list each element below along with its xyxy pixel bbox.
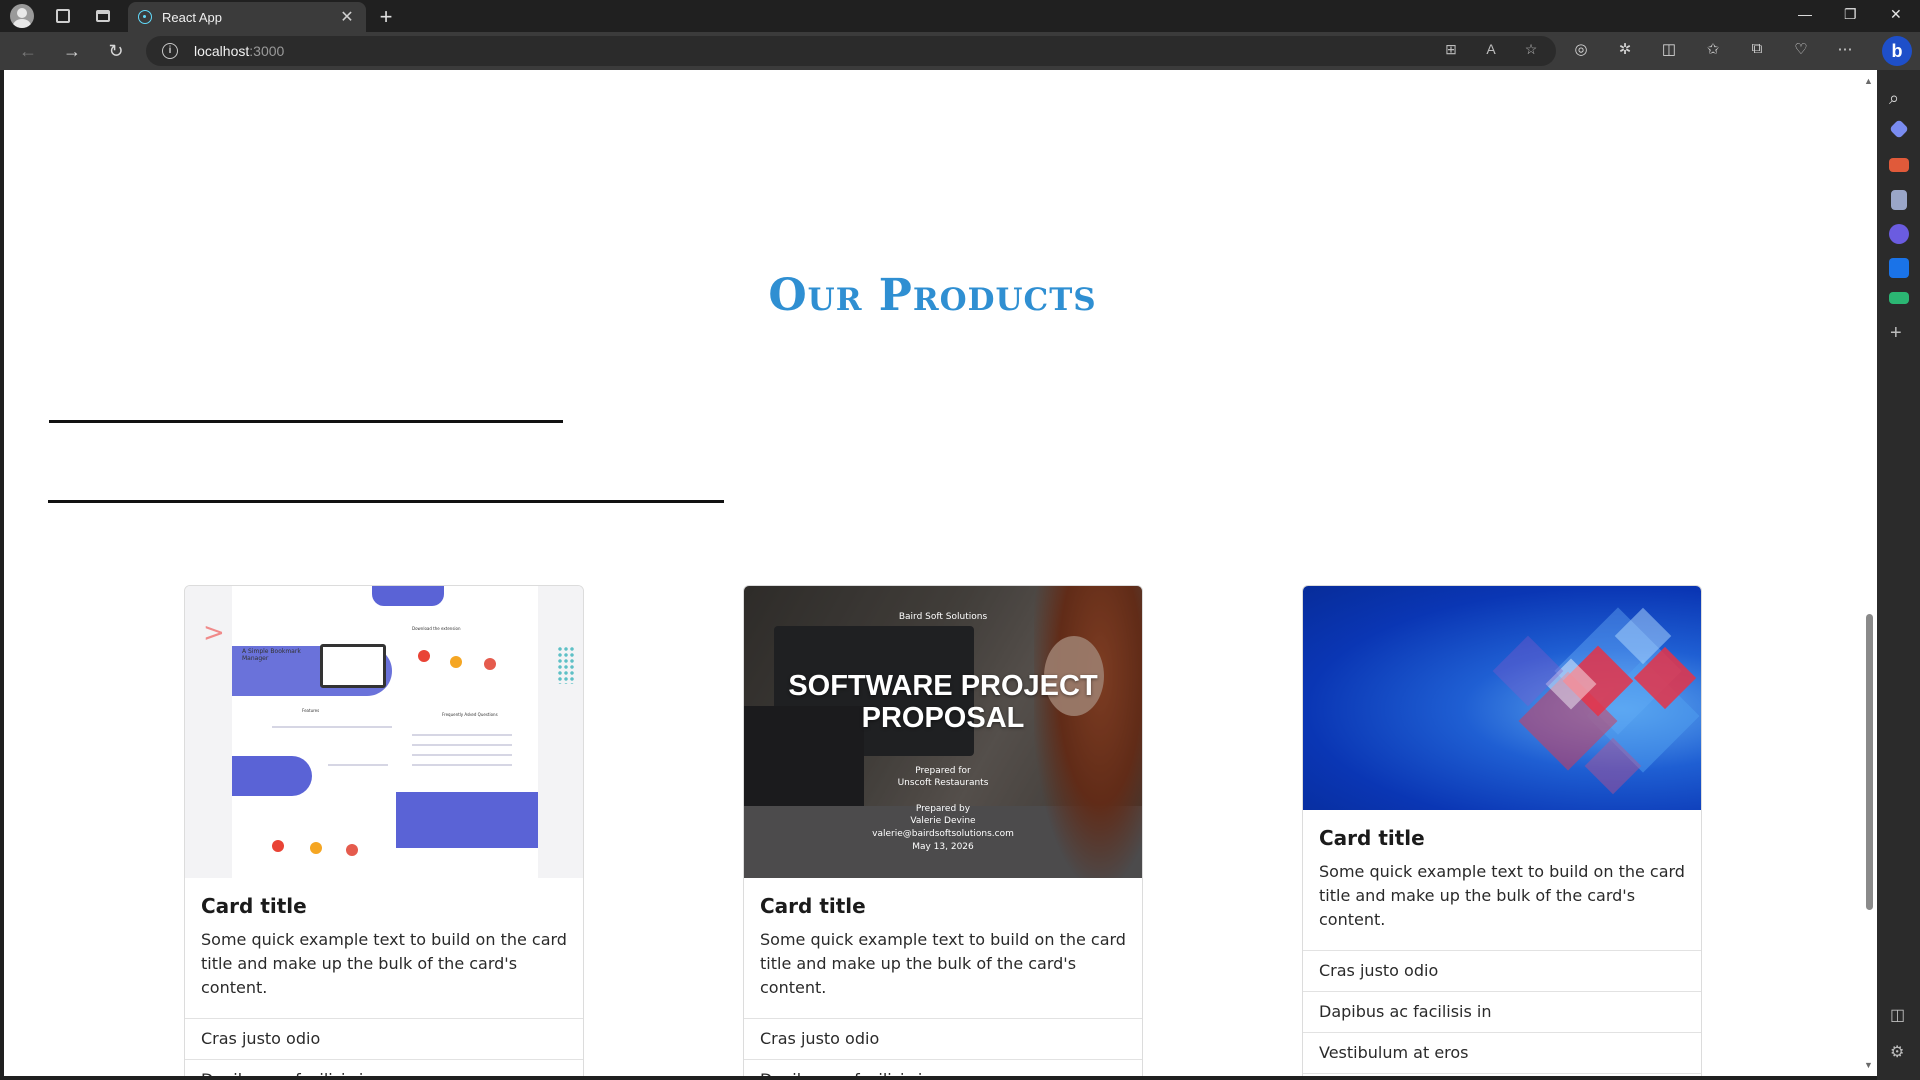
product-card: Card title Some quick example text to bu…: [1302, 585, 1702, 1076]
card-image: Baird Soft Solutions SOFTWARE PROJECT PR…: [744, 586, 1142, 878]
card-image: [1303, 586, 1701, 810]
active-tab[interactable]: React App ✕: [128, 2, 366, 32]
mockup-features: Features: [302, 708, 320, 713]
card-title: Card title: [1319, 826, 1425, 850]
sidebar-search-icon[interactable]: ⌕: [1889, 88, 1909, 108]
site-info-icon[interactable]: i: [162, 43, 178, 59]
url-host: localhost: [194, 43, 250, 59]
mockup-faq: Frequently Asked Questions: [442, 712, 498, 717]
proposal-heading-line2: PROPOSAL: [861, 702, 1025, 734]
copilot-icon[interactable]: b: [1882, 36, 1912, 66]
scroll-up-icon[interactable]: ▲: [1864, 76, 1873, 86]
proposal-author: Valerie Devine: [910, 816, 976, 826]
card-body: Card title Some quick example text to bu…: [1303, 810, 1701, 951]
forward-arrow-icon[interactable]: →: [60, 39, 84, 63]
list-item: Dapibus ac facilisis in: [744, 1060, 1142, 1076]
url-port: :3000: [249, 43, 285, 59]
chevron-decoration-icon: >: [203, 618, 225, 648]
scroll-down-icon[interactable]: ▼: [1864, 1060, 1873, 1070]
page-scrollbar[interactable]: ▲ ▼: [1861, 70, 1877, 1076]
list-item: Dapibus ac facilisis in: [185, 1060, 583, 1076]
tab-title: React App: [162, 9, 222, 25]
list-item: Cras justo odio: [744, 1019, 1142, 1060]
card-text: Some quick example text to build on the …: [201, 930, 567, 997]
minimize-icon[interactable]: —: [1798, 6, 1812, 22]
sidebar-games-icon[interactable]: [1891, 190, 1907, 210]
edge-sidebar: ⌕ + ◫ ⚙: [1877, 70, 1920, 1080]
sidebar-drop-icon[interactable]: [1889, 292, 1909, 304]
browser-toolbar: ← → ↻ i localhost:3000 ⊞ A ☆ ◎ ✲ ◫ ✩ ⧉ ♡…: [0, 32, 1920, 70]
favorites-icon[interactable]: ✩: [1702, 40, 1724, 58]
new-tab-icon[interactable]: +: [374, 4, 398, 30]
scrollbar-thumb[interactable]: [1866, 614, 1873, 910]
page-viewport: Our Products > A Simple Bookmark Manager…: [4, 70, 1861, 1076]
workspaces-icon[interactable]: [52, 5, 74, 27]
section-title: Our Products: [768, 270, 1097, 321]
mockup-download: Download the extension: [412, 626, 461, 631]
extensions-icon[interactable]: ✲: [1614, 40, 1636, 58]
sidebar-tools-icon[interactable]: [1889, 158, 1909, 172]
divider-line: [49, 420, 563, 423]
sidebar-hide-icon[interactable]: ◫: [1890, 1005, 1905, 1025]
card-body: Card title Some quick example text to bu…: [185, 878, 583, 1019]
profile-avatar-icon[interactable]: [10, 4, 34, 28]
proposal-company: Baird Soft Solutions: [898, 612, 988, 622]
list-item: Cras justo odio: [1303, 951, 1701, 992]
proposal-prepared-for: Prepared for: [915, 766, 971, 776]
address-bar[interactable]: i localhost:3000 ⊞ A ☆: [146, 36, 1556, 66]
proposal-prepared-by: Prepared by: [915, 804, 971, 814]
tracking-prevention-icon[interactable]: ◎: [1570, 40, 1592, 58]
sidebar-outlook-icon[interactable]: [1889, 258, 1909, 278]
card-title: Card title: [201, 894, 307, 918]
app-available-icon[interactable]: ⊞: [1440, 41, 1462, 58]
card-title: Card title: [760, 894, 866, 918]
mockup-page: A Simple Bookmark Manager Features Downl…: [232, 586, 538, 878]
split-screen-icon[interactable]: ◫: [1658, 40, 1680, 58]
tab-close-icon[interactable]: ✕: [338, 7, 356, 27]
divider-line: [48, 500, 724, 503]
collections-icon[interactable]: ⧉: [1746, 40, 1768, 58]
proposal-email: valerie@bairdsoftsolutions.com: [872, 829, 1014, 839]
close-window-icon[interactable]: ✕: [1890, 6, 1902, 23]
restore-icon[interactable]: ❐: [1844, 6, 1857, 23]
list-item: Dapibus ac facilisis in: [1303, 992, 1701, 1033]
read-aloud-icon[interactable]: A: [1480, 41, 1502, 58]
product-card: > A Simple Bookmark Manager Features Dow…: [184, 585, 584, 1076]
sidebar-settings-icon[interactable]: ⚙: [1890, 1042, 1904, 1062]
proposal-date: May 13, 2026: [912, 842, 974, 852]
proposal-client: Unscoft Restaurants: [897, 778, 989, 788]
more-options-icon[interactable]: ⋯: [1834, 40, 1856, 58]
sidebar-shopping-icon[interactable]: [1889, 119, 1909, 139]
proposal-heading-line1: SOFTWARE PROJECT: [788, 670, 1098, 702]
back-arrow-icon[interactable]: ←: [16, 39, 40, 63]
list-item: Vestibulum at eros: [1303, 1033, 1701, 1074]
product-card: Baird Soft Solutions SOFTWARE PROJECT PR…: [743, 585, 1143, 1076]
card-image: > A Simple Bookmark Manager Features Dow…: [185, 586, 583, 878]
sidebar-copilot-icon[interactable]: [1889, 224, 1909, 244]
tab-actions-icon[interactable]: [92, 5, 114, 27]
card-text: Some quick example text to build on the …: [760, 930, 1126, 997]
favorite-star-icon[interactable]: ☆: [1520, 41, 1542, 58]
mockup-heading: A Simple Bookmark Manager: [242, 648, 301, 662]
browser-essentials-icon[interactable]: ♡: [1790, 40, 1812, 58]
sidebar-add-icon[interactable]: +: [1890, 322, 1902, 345]
list-item: Cras justo odio: [185, 1019, 583, 1060]
dots-decoration: [557, 646, 575, 684]
react-favicon-icon: [138, 10, 152, 24]
refresh-icon[interactable]: ↻: [104, 39, 128, 63]
card-body: Card title Some quick example text to bu…: [744, 878, 1142, 1019]
card-text: Some quick example text to build on the …: [1319, 862, 1685, 929]
